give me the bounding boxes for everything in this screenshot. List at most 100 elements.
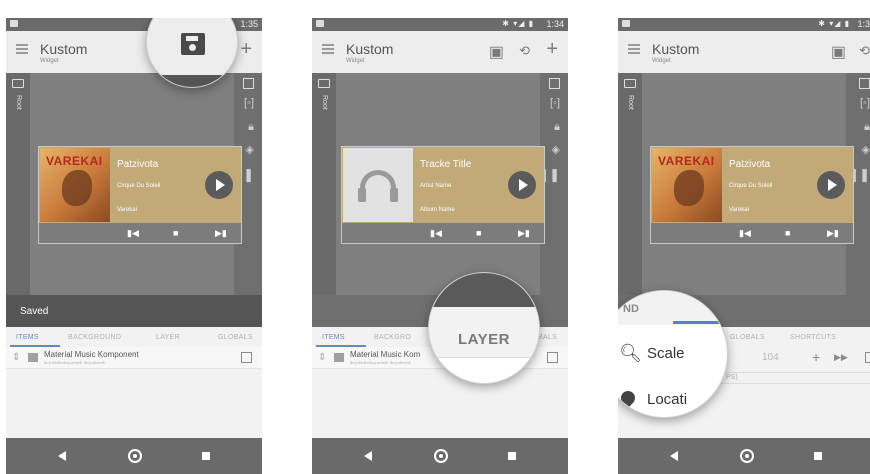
app-subtitle: Widget — [40, 58, 59, 64]
tab-partial[interactable]: ND — [623, 303, 639, 315]
home-icon[interactable] — [434, 449, 448, 463]
komponent-icon — [28, 353, 38, 362]
left-rail: Root — [618, 73, 642, 327]
tutorial-screens: ✱ ▾◢ ▮ 1:35 Kustom Widget + Root [◦] 🔒︎ … — [0, 0, 870, 474]
list-item[interactable]: ⇕ Material Music Komponent $mj:title$\n$… — [6, 347, 262, 369]
layers-icon[interactable]: ◈ — [552, 143, 560, 156]
status-time: 1:34 — [546, 19, 564, 29]
history-icon[interactable]: ⟲ — [519, 43, 530, 59]
track-artist: Artist Name — [420, 183, 452, 189]
recents-icon[interactable] — [508, 452, 516, 460]
next-icon[interactable]: ▶▮ — [518, 228, 530, 239]
tab-globals[interactable]: GLOBALS — [730, 334, 765, 341]
nav-bar — [6, 438, 262, 474]
scale-item[interactable]: Scale — [647, 345, 685, 362]
location-item[interactable]: Locati — [647, 391, 687, 408]
magnifier-scale: ND 🔍︎ Scale Locati — [618, 290, 728, 418]
album-logo: VAREKAI — [46, 154, 103, 168]
play-button[interactable] — [205, 171, 233, 199]
stop-icon[interactable]: ■ — [476, 228, 481, 238]
folder-icon[interactable] — [12, 79, 24, 88]
tab-shortcuts[interactable]: SHORTCUTS — [790, 334, 836, 341]
next-icon[interactable]: ▶▮ — [827, 228, 839, 239]
add-icon[interactable]: + — [546, 38, 558, 61]
item-checkbox[interactable] — [547, 352, 558, 363]
layers-icon[interactable]: ◈ — [246, 143, 254, 156]
root-label: Root — [627, 95, 634, 110]
save-icon[interactable] — [181, 33, 205, 55]
home-icon[interactable] — [128, 449, 142, 463]
next-icon[interactable]: ▶▮ — [215, 228, 227, 239]
play-button[interactable] — [508, 171, 536, 199]
focus-icon[interactable]: [◦] — [860, 97, 870, 109]
previous-icon[interactable]: ▮◀ — [430, 228, 442, 239]
drag-handle-icon[interactable]: ⇕ — [12, 352, 20, 363]
save-icon[interactable]: ▣ — [831, 42, 846, 62]
tab-background[interactable]: BACKGROUND — [68, 334, 121, 341]
location-pin-icon — [618, 388, 638, 408]
playback-controls: ▮◀ ■ ▶▮ — [39, 223, 241, 245]
lock-icon[interactable]: 🔒︎ — [554, 121, 560, 134]
lock-icon[interactable]: 🔒︎ — [248, 121, 254, 134]
add-icon[interactable]: + — [812, 349, 820, 365]
tab-items[interactable]: ITEMS — [322, 334, 345, 341]
phone-screen-3: ✱ ▾◢ ▮ 1:3 Kustom Widget ▣ ⟲ Root [◦] 🔒︎… — [618, 18, 870, 474]
square-icon[interactable] — [859, 78, 870, 89]
track-title: Patzivota — [117, 159, 159, 170]
lock-icon[interactable]: 🔒︎ — [864, 121, 870, 134]
scale-value: 104 — [762, 352, 779, 363]
square-icon[interactable] — [243, 78, 254, 89]
layers-icon[interactable]: ◈ — [862, 143, 870, 156]
stop-icon[interactable]: ■ — [785, 228, 790, 238]
drag-handle-icon[interactable]: ⇕ — [318, 352, 326, 363]
focus-icon[interactable]: [◦] — [550, 97, 560, 109]
album-logo: VAREKAI — [658, 154, 715, 168]
play-button[interactable] — [817, 171, 845, 199]
menu-icon[interactable] — [16, 44, 28, 54]
music-widget: VAREKAI Patzivota Cirque Du Soleil Varek… — [38, 146, 242, 244]
signal-icons: ✱ ▾◢ ▮ — [818, 19, 850, 28]
item-name: Material Music Kom — [350, 350, 421, 359]
tab-items[interactable]: ITEMS — [16, 334, 39, 341]
phone-screen-1: ✱ ▾◢ ▮ 1:35 Kustom Widget + Root [◦] 🔒︎ … — [6, 18, 262, 474]
previous-icon[interactable]: ▮◀ — [127, 228, 139, 239]
tab-layer[interactable]: LAYER — [156, 334, 180, 341]
home-icon[interactable] — [740, 449, 754, 463]
back-icon[interactable] — [364, 451, 372, 461]
recents-icon[interactable] — [202, 452, 210, 460]
back-icon[interactable] — [670, 451, 678, 461]
music-widget: VAREKAI Patzivota Cirque Du Soleil Varek… — [650, 146, 854, 244]
menu-icon[interactable] — [628, 44, 640, 54]
app-subtitle: Widget — [346, 58, 365, 64]
focus-icon[interactable]: [◦] — [244, 97, 254, 109]
tab-layer-zoomed[interactable]: LAYER — [429, 331, 539, 348]
left-rail: Root — [6, 73, 30, 327]
item-checkbox[interactable] — [865, 352, 870, 363]
previous-icon[interactable]: ▮◀ — [739, 228, 751, 239]
tab-globals[interactable]: BALS — [538, 334, 557, 341]
root-label: Root — [15, 95, 22, 110]
recents-icon[interactable] — [814, 452, 822, 460]
back-icon[interactable] — [58, 451, 66, 461]
item-description: $mj:title$\n$mj:artist$, $mj:album$ — [44, 360, 105, 365]
komponent-icon — [334, 353, 344, 362]
tab-globals[interactable]: GLOBALS — [218, 334, 253, 341]
item-checkbox[interactable] — [241, 352, 252, 363]
magnifier-layer: LAYER — [428, 272, 540, 384]
history-icon[interactable]: ⟲ — [859, 43, 870, 59]
add-icon[interactable]: + — [240, 38, 252, 61]
menu-icon[interactable] — [322, 44, 334, 54]
search-icon: 🔍︎ — [619, 343, 642, 363]
save-icon[interactable]: ▣ — [489, 42, 504, 62]
fast-forward-icon[interactable]: ▶▶ — [834, 352, 848, 363]
folder-icon[interactable] — [318, 79, 330, 88]
track-album: Album Name — [420, 207, 455, 213]
tab-background[interactable]: BACKGRO — [374, 334, 411, 341]
folder-icon[interactable] — [624, 79, 636, 88]
square-icon[interactable] — [549, 78, 560, 89]
track-title: Tracke Title — [420, 159, 472, 170]
notification-icon — [622, 20, 630, 27]
stop-icon[interactable]: ■ — [173, 228, 178, 238]
playback-controls: ▮◀ ■ ▶▮ — [651, 223, 853, 245]
app-title: Kustom — [40, 41, 88, 57]
